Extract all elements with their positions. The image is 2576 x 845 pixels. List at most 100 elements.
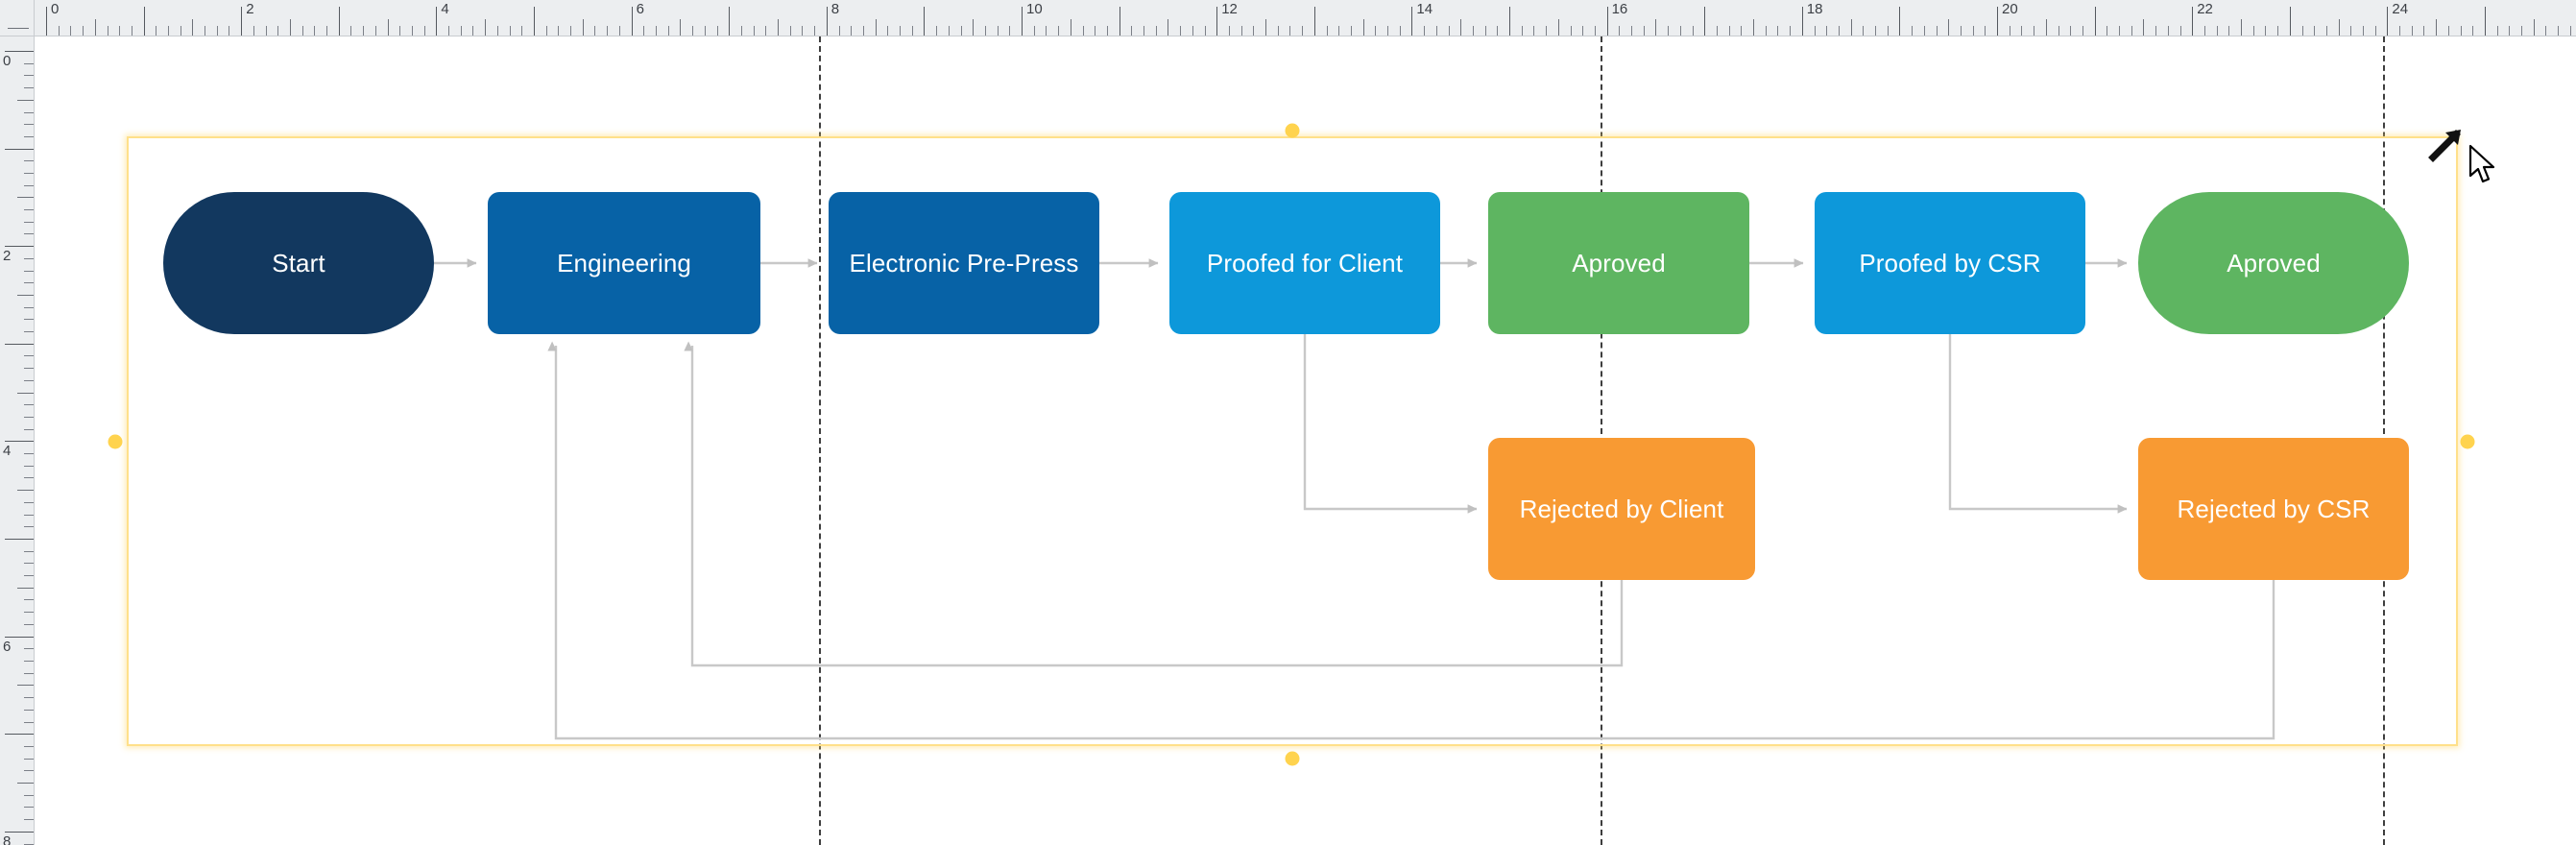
ruler-label-h: 4 (441, 1, 449, 17)
node-electronic-prepress[interactable]: Electronic Pre-Press (829, 192, 1099, 334)
node-rejected-by-csr[interactable]: Rejected by CSR (2138, 438, 2409, 580)
horizontal-ruler[interactable]: 0 2 4 6 8 10 12 14 16 18 20 22 24 (35, 0, 2576, 36)
ruler-tick (1571, 26, 1572, 36)
ruler-tick (973, 19, 974, 36)
ruler-tick (1436, 26, 1437, 36)
ruler-label-h: 2 (246, 1, 254, 17)
ruler-tick (1351, 26, 1352, 36)
ruler-tick (24, 124, 34, 125)
ruler-tick (1460, 19, 1461, 36)
ruler-tick (1241, 26, 1242, 36)
ruler-tick (594, 26, 595, 36)
ruler-tick (119, 26, 120, 36)
ruler-tick (1558, 19, 1559, 36)
ruler-tick (1937, 26, 1938, 36)
ruler-tick (2423, 26, 2424, 36)
ruler-tick (1741, 26, 1742, 36)
ruler-label-h: 20 (2002, 1, 2018, 17)
handle-bottom-center[interactable] (1285, 751, 1300, 766)
ruler-tick (765, 26, 766, 36)
ruler-tick (1729, 26, 1730, 36)
ruler-tick (2204, 26, 2205, 36)
connector-line (1948, 334, 2128, 514)
handle-right-middle[interactable] (2460, 434, 2475, 449)
ruler-tick (448, 26, 449, 36)
ruler-tick (2497, 26, 2498, 36)
page-break-line (819, 36, 821, 845)
ruler-label-v: 2 (3, 248, 12, 265)
ruler-tick (2387, 7, 2388, 36)
ruler-tick (2277, 26, 2278, 36)
ruler-tick (24, 807, 34, 808)
node-proofed-by-csr[interactable]: Proofed by CSR (1815, 192, 2085, 334)
diagram-canvas[interactable]: Start Engineering Electronic Pre-Press Proo… (35, 36, 2576, 845)
handle-top-center[interactable] (1285, 123, 1300, 138)
ruler-tick (24, 233, 34, 234)
ruler-tick (1815, 26, 1816, 36)
ruler-tick (24, 87, 34, 88)
vertical-ruler[interactable]: 0 2 4 6 8 (0, 36, 35, 845)
node-proofed-for-client[interactable]: Proofed for Client (1169, 192, 1440, 334)
ruler-tick (1693, 26, 1694, 36)
node-aproved-1[interactable]: Aproved (1488, 192, 1749, 334)
ruler-label-h: 0 (51, 1, 60, 17)
ruler-tick (1131, 26, 1132, 36)
ruler-tick (887, 26, 888, 36)
ruler-tick (2046, 19, 2047, 36)
handle-left-middle[interactable] (108, 434, 123, 449)
ruler-tick (17, 588, 34, 589)
ruler-tick (24, 319, 34, 320)
ruler-label-h: 14 (1416, 1, 1433, 17)
ruler-tick (936, 26, 937, 36)
connector-line (684, 341, 1624, 667)
ruler-tick (17, 685, 34, 686)
node-label: Start (272, 248, 325, 278)
ruler-tick (24, 404, 34, 405)
ruler-tick (1704, 7, 1705, 36)
ruler-tick (2472, 26, 2473, 36)
node-rejected-by-client[interactable]: Rejected by Client (1488, 438, 1755, 580)
ruler-tick (2143, 19, 2144, 36)
ruler-tick (1680, 26, 1681, 36)
ruler-tick (70, 26, 71, 36)
ruler-corner-box[interactable] (0, 0, 35, 36)
ruler-tick (24, 429, 34, 430)
ruler-tick (472, 26, 473, 36)
resize-handle-arrow[interactable] (2424, 122, 2468, 166)
ruler-tick (24, 63, 34, 64)
ruler-tick (1229, 26, 1230, 36)
ruler-tick (277, 26, 278, 36)
node-engineering[interactable]: Engineering (488, 192, 760, 334)
node-label: Aproved (2227, 248, 2321, 278)
ruler-tick (985, 26, 986, 36)
node-label: Aproved (1572, 248, 1666, 278)
ruler-tick (692, 26, 693, 36)
node-start[interactable]: Start (163, 192, 434, 334)
ruler-tick (778, 19, 779, 36)
ruler-tick (2302, 26, 2303, 36)
ruler-tick (1046, 26, 1047, 36)
ruler-tick (24, 368, 34, 369)
ruler-tick (5, 539, 34, 540)
ruler-tick (46, 7, 47, 36)
ruler-tick (24, 258, 34, 259)
ruler-tick (2119, 26, 2120, 36)
ruler-tick (2558, 26, 2559, 36)
node-aproved-2[interactable]: Aproved (2138, 192, 2409, 334)
ruler-tick (1522, 26, 1523, 36)
ruler-tick (1083, 26, 1084, 36)
ruler-tick (521, 26, 522, 36)
ruler-tick (2545, 26, 2546, 36)
ruler-tick (546, 26, 547, 36)
ruler-label-v: 0 (3, 53, 12, 69)
ruler-tick (827, 7, 828, 36)
ruler-tick (717, 26, 718, 36)
ruler-tick (2290, 7, 2291, 36)
ruler-tick (924, 7, 925, 36)
ruler-tick (5, 637, 34, 638)
ruler-tick (1973, 26, 1974, 36)
ruler-tick (1400, 26, 1401, 36)
ruler-tick (1327, 26, 1328, 36)
ruler-tick (2168, 26, 2169, 36)
ruler-tick (1375, 26, 1376, 36)
